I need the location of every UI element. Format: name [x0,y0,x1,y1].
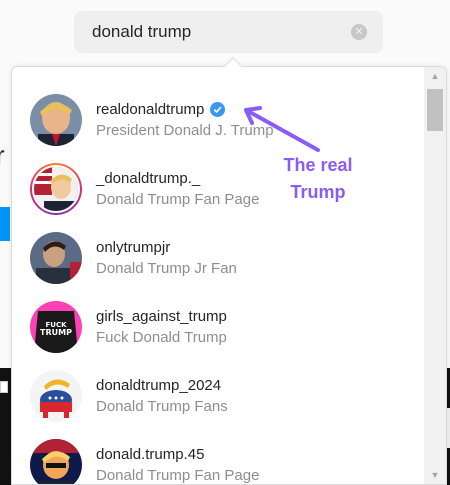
search-result-row[interactable]: donald.trump.45 Donald Trump Fan Page [12,430,424,484]
search-result-row[interactable]: onlytrumpjr Donald Trump Jr Fan [12,223,424,292]
avatar-image [34,166,78,211]
scrollbar[interactable]: ▲ ▼ [424,67,446,484]
avatar: FUCK TRUMP [30,300,82,353]
avatar [30,93,82,146]
avatar-image [30,438,82,484]
search-result-row[interactable]: realdonaldtrump President Donald J. Trum… [12,85,424,154]
avatar-image [30,93,82,146]
avatar-with-story-ring [30,162,82,215]
annotation-arrow-icon [244,106,320,152]
avatar [30,438,82,484]
verified-badge-icon [210,101,226,117]
svg-text:TRUMP: TRUMP [40,328,72,337]
result-username: donald.trump.45 [96,445,205,463]
search-result-row[interactable]: donaldtrump_2024 Donald Trump Fans [12,361,424,430]
result-full-name: Donald Trump Jr Fan [96,259,237,277]
avatar [30,231,82,284]
scrollbar-thumb[interactable] [427,89,443,131]
background-button-fragment [0,207,10,241]
result-username: onlytrumpjr [96,238,171,256]
result-full-name: Donald Trump Fans [96,397,228,415]
avatar-image: FUCK TRUMP [30,300,82,353]
result-username: donaldtrump_2024 [96,376,222,394]
avatar-image [30,231,82,284]
search-bar[interactable]: donald trump ✕ [74,11,383,53]
background-text-fragment: r [0,140,5,170]
background-checkbox-fragment [0,381,8,393]
scroll-up-icon[interactable]: ▲ [424,67,446,85]
result-username: girls_against_trump [96,307,227,325]
clear-icon[interactable]: ✕ [351,24,367,40]
scroll-down-icon[interactable]: ▼ [424,466,446,484]
search-results-dropdown: realdonaldtrump President Donald J. Trum… [11,66,447,485]
avatar [30,369,82,422]
result-full-name: Donald Trump Fan Page [96,190,260,208]
username-text: realdonaldtrump [96,100,205,118]
search-input[interactable]: donald trump [92,22,351,42]
annotation-label: The real Trump [283,155,353,202]
result-full-name: Donald Trump Fan Page [96,466,260,484]
result-full-name: Fuck Donald Trump [96,328,227,346]
search-result-row[interactable]: FUCK TRUMP girls_against_trump Fuck Dona… [12,292,424,361]
avatar-image [30,369,82,422]
result-username: _donaldtrump._ [96,169,201,187]
